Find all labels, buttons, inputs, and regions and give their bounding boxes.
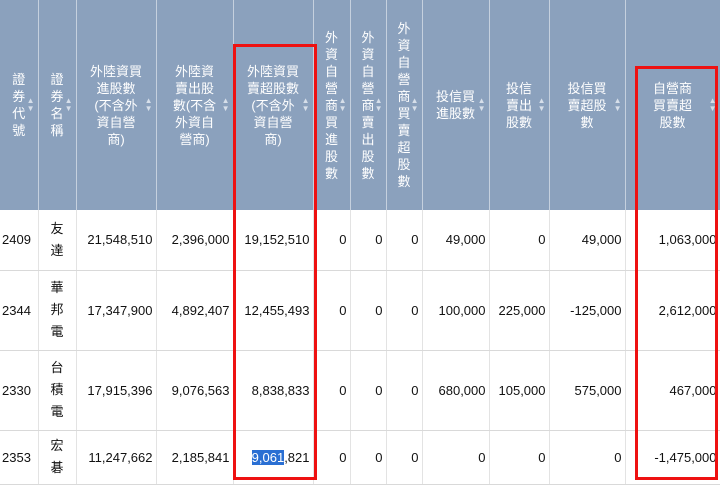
cell-foreign-dealer-buy: 0 <box>313 350 351 431</box>
cell-foreign-net: 8,838,833 <box>233 350 314 431</box>
stock-table-view: 證 券 代 號 ▲ ▼ 證 券 名 稱 ▲ ▼ 外陸資買 進股數 (不含外 資自營 商)… <box>0 0 720 485</box>
cell-dealer-net: 2,612,000 <box>625 270 720 351</box>
cell-trust-net: 49,000 <box>549 210 626 271</box>
cell-foreign-dealer-sell: 0 <box>350 270 387 351</box>
cell-foreign-dealer-net: 0 <box>386 270 423 351</box>
unselected-text: ,821 <box>284 449 310 465</box>
cell-name: 友 達 <box>38 210 77 271</box>
stock-name: 台 積 電 <box>50 360 64 419</box>
cell-trust-net: 0 <box>549 430 626 485</box>
cell-foreign-dealer-buy: 0 <box>313 210 351 271</box>
cell-foreign-dealer-buy: 0 <box>313 430 351 485</box>
sort-icon[interactable]: ▲ ▼ <box>709 97 717 113</box>
cell-dealer-net: -1,475,000 <box>625 430 720 485</box>
sort-icon[interactable]: ▲ ▼ <box>222 97 230 113</box>
cell-foreign-sell: 2,396,000 <box>156 210 234 271</box>
sort-icon[interactable]: ▲ ▼ <box>302 97 310 113</box>
col-header-trust-buy[interactable]: 投信買 進股數 ▲ ▼ <box>422 0 490 210</box>
col-header-foreign-net[interactable]: 外陸資買 賣超股數 (不含外 資自營 商) ▲ ▼ <box>233 0 314 210</box>
cell-trust-sell: 105,000 <box>489 350 550 431</box>
cell-trust-net: 575,000 <box>549 350 626 431</box>
col-header-trust-net[interactable]: 投信買 賣超股 數 ▲ ▼ <box>549 0 626 210</box>
col-header-label: 外陸資買 進股數 (不含外 資自營 商) <box>89 63 142 147</box>
stock-name: 宏 碁 <box>50 438 64 475</box>
col-header-foreign-buy[interactable]: 外陸資買 進股數 (不含外 資自營 商) ▲ ▼ <box>76 0 157 210</box>
cell-foreign-sell: 2,185,841 <box>156 430 234 485</box>
cell-foreign-dealer-sell: 0 <box>350 430 387 485</box>
cell-trust-sell: 0 <box>489 430 550 485</box>
cell-foreign-dealer-net: 0 <box>386 350 423 431</box>
col-header-trust-sell[interactable]: 投信 賣出 股數 ▲ ▼ <box>489 0 550 210</box>
col-header-label: 投信買 賣超股 數 <box>567 80 607 130</box>
cell-foreign-dealer-net: 0 <box>386 430 423 485</box>
col-header-foreign-dealer-sell[interactable]: 外 資 自 營 商 賣 出 股 數 ▲ ▼ <box>350 0 387 210</box>
col-header-code[interactable]: 證 券 代 號 ▲ ▼ <box>0 0 39 210</box>
sort-icon[interactable]: ▲ ▼ <box>478 97 486 113</box>
cell-foreign-sell: 4,892,407 <box>156 270 234 351</box>
col-header-label: 證 券 名 稱 <box>50 72 64 138</box>
sort-icon[interactable]: ▲ ▼ <box>375 97 383 113</box>
col-header-label: 投信 賣出 股數 <box>505 80 532 130</box>
cell-name: 宏 碁 <box>38 430 77 485</box>
sort-icon[interactable]: ▲ ▼ <box>339 97 347 113</box>
col-header-label: 外陸資 賣出股 數(不含 外資自 營商) <box>172 63 217 147</box>
col-header-dealer-net[interactable]: 自營商 買賣超 股數 ▲ ▼ <box>625 0 720 210</box>
col-header-label: 外 資 自 營 商 賣 出 股 數 <box>361 29 375 181</box>
cell-trust-buy: 100,000 <box>422 270 490 351</box>
col-header-label: 投信買 進股數 <box>435 89 475 121</box>
col-header-label: 證 券 代 號 <box>12 72 26 138</box>
table-row: 2409 友 達 21,548,510 2,396,000 19,152,510… <box>0 210 720 271</box>
cell-dealer-net: 1,063,000 <box>625 210 720 271</box>
col-header-name[interactable]: 證 券 名 稱 ▲ ▼ <box>38 0 77 210</box>
cell-code: 2344 <box>0 270 39 351</box>
cell-trust-sell: 225,000 <box>489 270 550 351</box>
cell-foreign-dealer-net: 0 <box>386 210 423 271</box>
stock-name: 華 邦 電 <box>50 280 64 339</box>
cell-foreign-dealer-buy: 0 <box>313 270 351 351</box>
col-header-label: 外 資 自 營 商 買 賣 超 股 數 <box>397 21 411 189</box>
cell-code: 2409 <box>0 210 39 271</box>
col-header-foreign-sell[interactable]: 外陸資 賣出股 數(不含 外資自 營商) ▲ ▼ <box>156 0 234 210</box>
cell-code: 2353 <box>0 430 39 485</box>
sort-icon[interactable]: ▲ ▼ <box>538 97 546 113</box>
selected-text[interactable]: 9,061 <box>251 449 285 465</box>
sort-icon[interactable]: ▲ ▼ <box>27 97 35 113</box>
table-row: 2353 宏 碁 11,247,662 2,185,841 9,061,821 … <box>0 430 720 485</box>
sort-icon[interactable]: ▲ ▼ <box>411 97 419 113</box>
cell-foreign-net: 19,152,510 <box>233 210 314 271</box>
institutional-trading-table: 證 券 代 號 ▲ ▼ 證 券 名 稱 ▲ ▼ 外陸資買 進股數 (不含外 資自營 商)… <box>0 0 720 485</box>
cell-foreign-dealer-sell: 0 <box>350 350 387 431</box>
sort-icon[interactable]: ▲ ▼ <box>65 97 73 113</box>
col-header-foreign-dealer-net[interactable]: 外 資 自 營 商 買 賣 超 股 數 ▲ ▼ <box>386 0 423 210</box>
cell-dealer-net: 467,000 <box>625 350 720 431</box>
col-header-label: 外 資 自 營 商 買 進 股 數 <box>325 29 339 181</box>
table-row: 2330 台 積 電 17,915,396 9,076,563 8,838,83… <box>0 350 720 431</box>
cell-name: 華 邦 電 <box>38 270 77 351</box>
sort-icon[interactable]: ▲ ▼ <box>614 97 622 113</box>
cell-trust-buy: 49,000 <box>422 210 490 271</box>
col-header-label: 外陸資買 賣超股數 (不含外 資自營 商) <box>246 63 299 147</box>
sort-icon[interactable]: ▲ ▼ <box>145 97 153 113</box>
cell-foreign-sell: 9,076,563 <box>156 350 234 431</box>
cell-foreign-net[interactable]: 9,061,821 <box>233 430 314 485</box>
cell-foreign-buy: 11,247,662 <box>76 430 157 485</box>
header-row: 證 券 代 號 ▲ ▼ 證 券 名 稱 ▲ ▼ 外陸資買 進股數 (不含外 資自營 商)… <box>0 0 720 210</box>
cell-foreign-dealer-sell: 0 <box>350 210 387 271</box>
cell-code: 2330 <box>0 350 39 431</box>
col-header-label: 自營商 買賣超 股數 <box>652 80 692 130</box>
col-header-foreign-dealer-buy[interactable]: 外 資 自 營 商 買 進 股 數 ▲ ▼ <box>313 0 351 210</box>
stock-name: 友 達 <box>50 220 64 258</box>
table-row: 2344 華 邦 電 17,347,900 4,892,407 12,455,4… <box>0 270 720 351</box>
cell-foreign-net: 12,455,493 <box>233 270 314 351</box>
cell-foreign-buy: 17,915,396 <box>76 350 157 431</box>
cell-trust-buy: 0 <box>422 430 490 485</box>
cell-trust-net: -125,000 <box>549 270 626 351</box>
cell-trust-sell: 0 <box>489 210 550 271</box>
cell-trust-buy: 680,000 <box>422 350 490 431</box>
cell-foreign-buy: 21,548,510 <box>76 210 157 271</box>
cell-foreign-buy: 17,347,900 <box>76 270 157 351</box>
cell-name: 台 積 電 <box>38 350 77 431</box>
